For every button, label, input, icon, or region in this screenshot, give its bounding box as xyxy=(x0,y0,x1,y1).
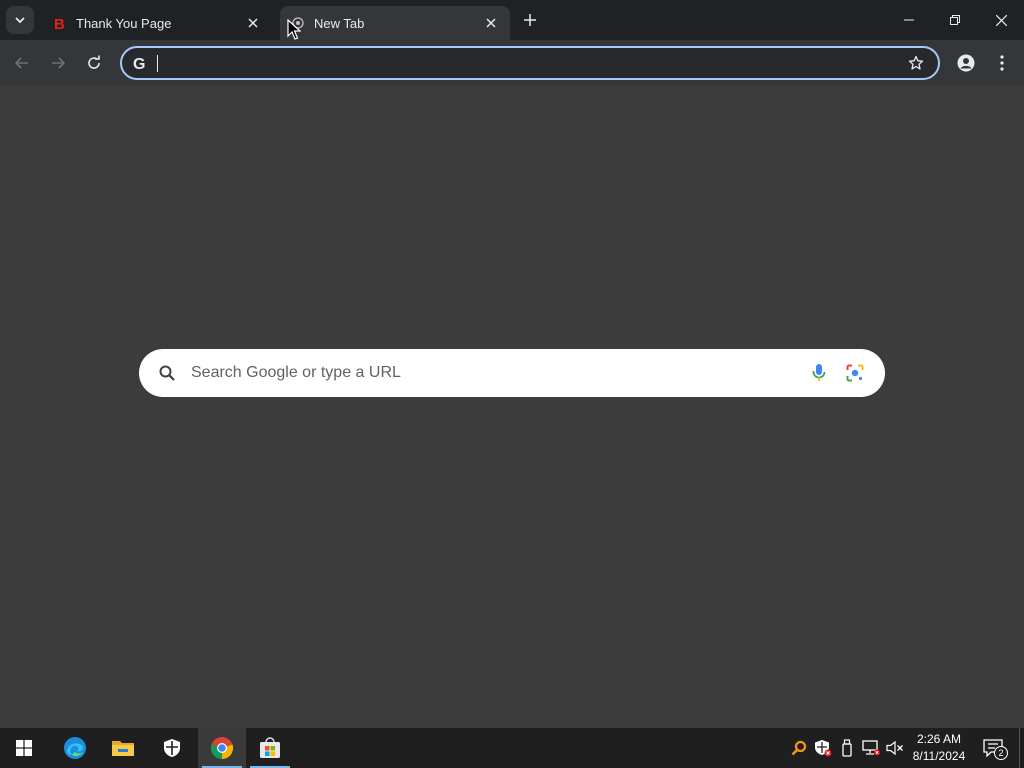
profile-icon xyxy=(957,54,975,72)
forward-button[interactable] xyxy=(44,49,72,77)
search-icon xyxy=(157,363,177,383)
close-icon xyxy=(995,14,1007,26)
text-caret xyxy=(157,55,158,72)
address-input[interactable] xyxy=(158,48,906,78)
reload-button[interactable] xyxy=(80,49,108,77)
restore-icon xyxy=(950,15,960,25)
close-window-button[interactable] xyxy=(978,0,1024,40)
windows-security-icon xyxy=(164,739,180,757)
bookmark-star-icon[interactable] xyxy=(906,53,926,73)
chrome-icon xyxy=(210,737,234,760)
new-tab-page: Search Google or type a URL xyxy=(0,86,1024,728)
tab-strip: B Thank You Page New Tab xyxy=(0,0,1024,40)
arrow-left-icon xyxy=(14,57,28,69)
svg-text:B: B xyxy=(54,16,65,30)
taskbar-microsoft-store-button[interactable] xyxy=(246,728,294,768)
taskbar-clock[interactable]: 2:26 AM 8/11/2024 xyxy=(906,731,972,765)
chevron-down-icon xyxy=(15,17,25,24)
google-lens-icon[interactable] xyxy=(843,361,867,385)
show-desktop-button[interactable] xyxy=(1019,728,1024,768)
browser-toolbar: G xyxy=(0,40,1024,86)
tab-thank-you-page[interactable]: B Thank You Page xyxy=(40,6,272,40)
microphone-icon[interactable] xyxy=(807,361,831,385)
tab-search-button[interactable] xyxy=(6,6,34,34)
mouse-cursor-icon xyxy=(287,19,301,40)
tab-title: Thank You Page xyxy=(76,15,172,31)
close-icon[interactable] xyxy=(482,14,500,32)
close-icon[interactable] xyxy=(244,14,262,32)
ntp-search-box[interactable]: Search Google or type a URL xyxy=(139,349,885,397)
edge-icon xyxy=(64,737,86,759)
taskbar-file-explorer-button[interactable] xyxy=(99,728,147,768)
tab-title: New Tab xyxy=(314,15,365,31)
profile-button[interactable] xyxy=(952,49,980,77)
usb-device-icon[interactable] xyxy=(837,738,857,758)
network-disconnected-icon[interactable] xyxy=(861,738,881,758)
chrome-menu-button[interactable] xyxy=(988,49,1016,77)
address-bar[interactable]: G xyxy=(120,46,940,80)
plus-icon xyxy=(524,14,536,26)
volume-muted-icon[interactable] xyxy=(885,738,905,758)
defender-alert-icon[interactable] xyxy=(813,738,833,758)
google-g-icon: G xyxy=(132,55,148,71)
search-placeholder: Search Google or type a URL xyxy=(191,364,401,381)
microsoft-store-icon xyxy=(260,737,280,758)
notification-count-badge: 2 xyxy=(994,746,1008,760)
back-button[interactable] xyxy=(8,49,36,77)
windows-taskbar: 2:26 AM 8/11/2024 2 xyxy=(0,728,1024,768)
action-center-button[interactable]: 2 xyxy=(980,736,1008,760)
taskbar-edge-button[interactable] xyxy=(51,728,99,768)
minimize-icon xyxy=(904,19,914,21)
search-tray-icon[interactable] xyxy=(789,738,809,758)
file-explorer-icon xyxy=(112,741,134,756)
more-vertical-icon xyxy=(1000,55,1004,71)
windows-start-icon xyxy=(16,740,32,756)
start-button[interactable] xyxy=(0,728,48,768)
svg-text:G: G xyxy=(133,56,145,71)
clock-date: 8/11/2024 xyxy=(912,749,966,763)
taskbar-chrome-button[interactable] xyxy=(198,728,246,768)
restore-button[interactable] xyxy=(932,0,978,40)
arrow-right-icon xyxy=(52,57,66,69)
brave-b-icon: B xyxy=(52,15,68,31)
taskbar-windows-security-button[interactable] xyxy=(148,728,196,768)
reload-icon xyxy=(88,55,100,69)
minimize-button[interactable] xyxy=(886,0,932,40)
clock-time: 2:26 AM xyxy=(916,732,962,746)
new-tab-button[interactable] xyxy=(518,8,542,32)
tab-new-tab[interactable]: New Tab xyxy=(280,6,510,40)
